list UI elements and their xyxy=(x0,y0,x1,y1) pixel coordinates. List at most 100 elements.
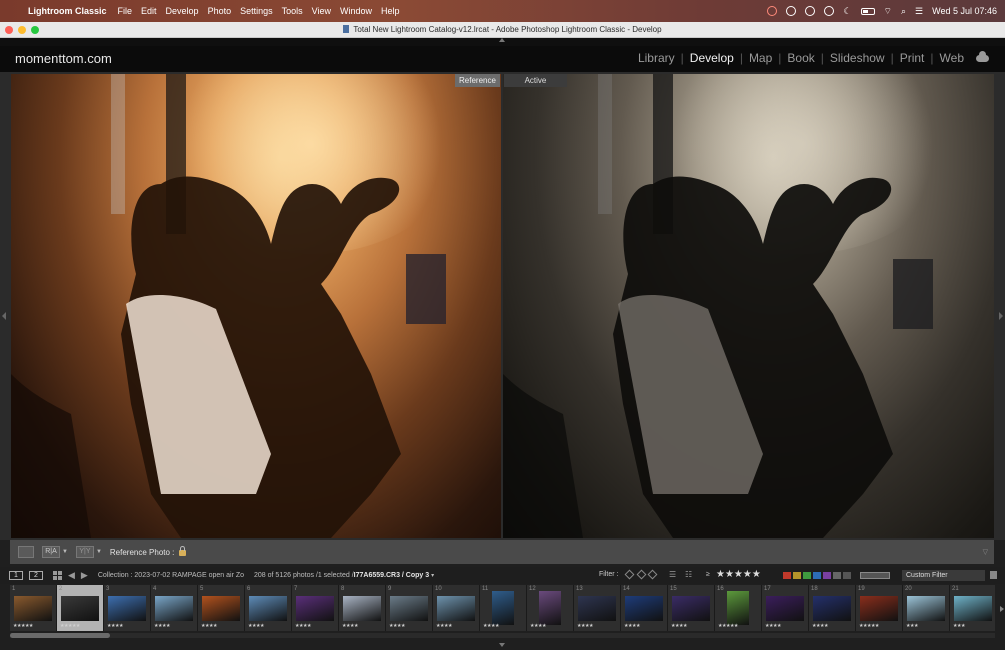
filmstrip-scrollbar[interactable] xyxy=(10,633,110,638)
main-window-button[interactable]: 1 xyxy=(9,571,23,580)
custom-label-filter[interactable] xyxy=(833,572,841,579)
filmstrip-thumbnail[interactable]: 12 ★★★★ xyxy=(527,585,574,631)
battery-icon[interactable] xyxy=(860,7,875,15)
reference-photo[interactable] xyxy=(11,74,501,538)
chevron-down-icon[interactable]: ▾ xyxy=(431,572,434,579)
filmstrip-thumbnail[interactable]: 7 ★★★★ xyxy=(292,585,339,631)
active-photo[interactable] xyxy=(503,74,994,538)
filmstrip-thumbnail[interactable]: 21 ★★★ xyxy=(950,585,995,631)
filmstrip-thumbnail[interactable]: 13 ★★★★ xyxy=(574,585,621,631)
filmstrip-scroll-track[interactable] xyxy=(10,633,995,638)
filmstrip-filename[interactable]: I77A6559.CR3 / Copy 3 xyxy=(354,572,429,579)
flag-filter-icon[interactable] xyxy=(624,569,635,580)
star-rating-filter[interactable]: ★★★★★ xyxy=(716,569,761,580)
menu-window[interactable]: Window xyxy=(340,6,381,16)
loupe-view-button[interactable] xyxy=(18,546,34,558)
menu-photo[interactable]: Photo xyxy=(208,6,241,16)
search-icon[interactable]: ⌕ xyxy=(901,6,906,17)
reference-view-button[interactable]: R|A xyxy=(42,546,60,558)
right-panel-toggle-icon[interactable] xyxy=(999,312,1003,320)
forward-arrow-icon[interactable]: ▶ xyxy=(81,570,88,581)
menu-settings[interactable]: Settings xyxy=(240,6,282,16)
menu-develop[interactable]: Develop xyxy=(166,6,208,16)
filmstrip-thumbnail[interactable]: 17 ★★★★ xyxy=(762,585,809,631)
chevron-down-icon[interactable]: ▼ xyxy=(62,549,68,555)
menu-tools[interactable]: Tools xyxy=(282,6,312,16)
menu-help[interactable]: Help xyxy=(381,6,409,16)
module-slideshow[interactable]: Slideshow xyxy=(824,51,891,65)
moon-icon[interactable]: ☾ xyxy=(843,6,851,17)
green-label-filter[interactable] xyxy=(803,572,811,579)
toolbar-options-icon[interactable]: ▽ xyxy=(983,548,988,556)
chevron-down-icon[interactable]: ▼ xyxy=(96,549,102,555)
play-icon[interactable] xyxy=(805,6,816,16)
filmstrip-thumbnail[interactable]: 2 ★★★★★ xyxy=(57,585,104,631)
filmstrip-thumbnail[interactable]: 8 ★★★★ xyxy=(339,585,386,631)
before-after-button[interactable]: Y|Y xyxy=(75,546,94,558)
secondary-window-button[interactable]: 2 xyxy=(29,571,43,580)
filter-lock-icon[interactable] xyxy=(990,571,997,579)
lock-icon[interactable] xyxy=(179,546,187,556)
collapse-top-panel-icon[interactable] xyxy=(499,38,505,42)
develop-toolbar: R|A ▼ Y|Y ▼ Reference Photo : ▽ xyxy=(10,540,994,564)
filmstrip-thumbnail[interactable]: 15 ★★★★ xyxy=(668,585,715,631)
no-label-filter[interactable] xyxy=(843,572,851,579)
module-web[interactable]: Web xyxy=(934,51,970,65)
unedited-filter-icon[interactable]: ☷ xyxy=(685,570,692,579)
thumbnail-image xyxy=(672,596,710,621)
star-operator[interactable]: ≥ xyxy=(706,571,710,578)
purple-label-filter[interactable] xyxy=(823,572,831,579)
menu-edit[interactable]: Edit xyxy=(141,6,166,16)
filter-preset-dropdown[interactable]: Custom Filter xyxy=(902,570,985,581)
user-icon[interactable] xyxy=(824,6,835,16)
minimize-window-button[interactable] xyxy=(18,26,26,34)
filmstrip-right-arrow-icon[interactable] xyxy=(1000,606,1004,612)
thumbnail-rating: ★★★★ xyxy=(107,623,123,629)
control-center-icon[interactable]: ☰ xyxy=(915,6,923,17)
filmstrip-thumbnail[interactable]: 19 ★★★★★ xyxy=(856,585,903,631)
menu-app-name[interactable]: Lightroom Classic xyxy=(28,6,118,16)
module-book[interactable]: Book xyxy=(781,51,820,65)
filmstrip-thumbnail[interactable]: 6 ★★★★ xyxy=(245,585,292,631)
filmstrip-thumbnail[interactable]: 4 ★★★★ xyxy=(151,585,198,631)
cloud-sync-icon[interactable] xyxy=(976,50,989,62)
module-print[interactable]: Print xyxy=(894,51,931,65)
filmstrip-thumbnail[interactable]: 3 ★★★★ xyxy=(104,585,151,631)
menu-view[interactable]: View xyxy=(312,6,340,16)
filmstrip-thumbnail[interactable]: 9 ★★★★ xyxy=(386,585,433,631)
kind-filter[interactable] xyxy=(860,572,890,579)
thumbnail-index: 6 xyxy=(247,586,251,592)
module-map[interactable]: Map xyxy=(743,51,778,65)
close-window-button[interactable] xyxy=(5,26,13,34)
grid-view-icon[interactable] xyxy=(53,571,62,580)
zoom-window-button[interactable] xyxy=(31,26,39,34)
reference-label: Reference xyxy=(455,74,500,87)
thumbnail-index: 19 xyxy=(858,586,865,592)
left-panel-toggle-icon[interactable] xyxy=(2,312,6,320)
blue-label-filter[interactable] xyxy=(813,572,821,579)
filmstrip-thumbnail[interactable]: 10 ★★★★ xyxy=(433,585,480,631)
flag-filter-icon[interactable] xyxy=(647,569,658,580)
edited-filter-icon[interactable]: ☰ xyxy=(669,570,676,579)
menu-file[interactable]: File xyxy=(118,6,142,16)
wifi-icon[interactable]: ⌔ xyxy=(884,6,892,17)
filmstrip-thumbnail[interactable]: 16 ★★★★★ xyxy=(715,585,762,631)
module-library[interactable]: Library xyxy=(632,51,681,65)
filmstrip-thumbnail[interactable]: 5 ★★★★ xyxy=(198,585,245,631)
filmstrip-thumbnail[interactable]: 1 ★★★★★ xyxy=(10,585,57,631)
filmstrip-thumbnail[interactable]: 18 ★★★★ xyxy=(809,585,856,631)
module-develop[interactable]: Develop xyxy=(684,51,740,65)
back-arrow-icon[interactable]: ◀ xyxy=(68,570,75,581)
flag-filter-icon[interactable] xyxy=(636,569,647,580)
filmstrip-thumbnail[interactable]: 14 ★★★★ xyxy=(621,585,668,631)
red-label-filter[interactable] xyxy=(783,572,791,579)
collapse-filmstrip-icon[interactable] xyxy=(499,643,505,647)
thumbnail-index: 14 xyxy=(623,586,630,592)
filmstrip-thumbnail[interactable]: 20 ★★★ xyxy=(903,585,950,631)
clock[interactable]: Wed 5 Jul 07:46 xyxy=(932,6,997,16)
filmstrip-thumbnail[interactable]: 11 ★★★★ xyxy=(480,585,527,631)
creative-cloud-icon[interactable] xyxy=(767,6,778,16)
filmstrip-source[interactable]: Collection : 2023-07-02 RAMPAGE open air… xyxy=(98,572,244,579)
yellow-label-filter[interactable] xyxy=(793,572,801,579)
time-machine-icon[interactable] xyxy=(786,6,797,16)
